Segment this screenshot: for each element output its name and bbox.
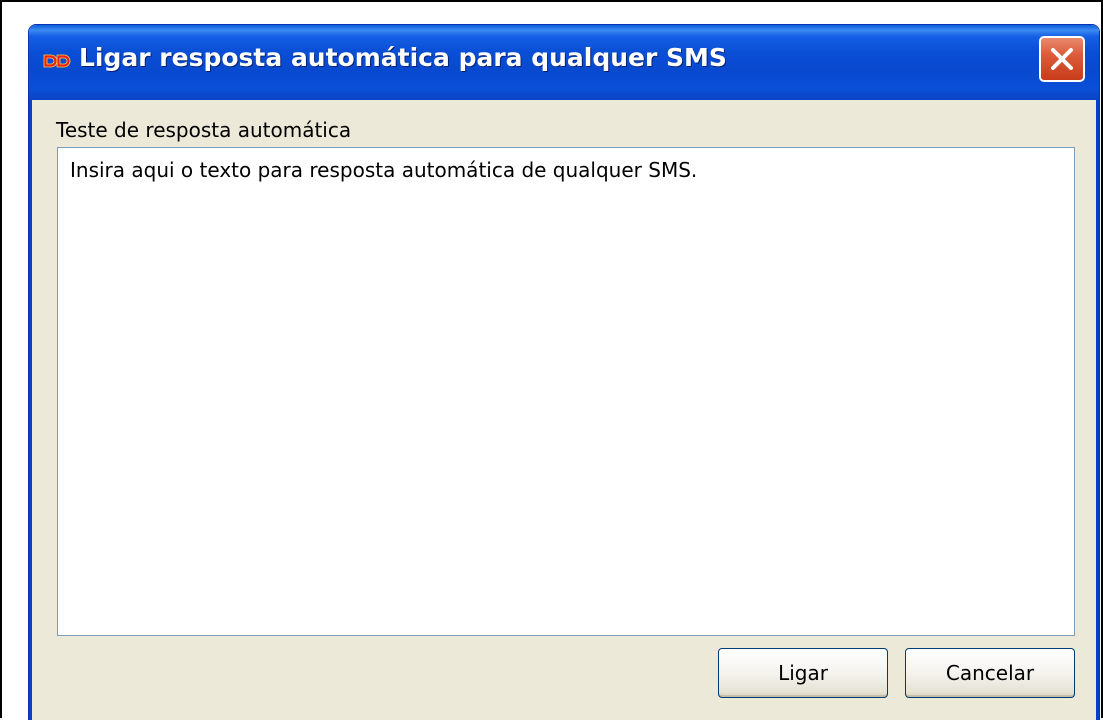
title-bar[interactable]: Ligar resposta automática para qualquer … [29, 25, 1099, 100]
window-title: Ligar resposta automática para qualquer … [79, 43, 727, 72]
close-button[interactable] [1039, 36, 1085, 82]
dialog-window: Ligar resposta automática para qualquer … [28, 24, 1100, 720]
ligar-button[interactable]: Ligar [718, 648, 888, 698]
close-icon [1051, 48, 1073, 70]
screenshot-frame: Ligar resposta automática para qualquer … [0, 0, 1103, 720]
auto-reply-label: Teste de resposta automática [56, 118, 352, 142]
dialog-body: Teste de resposta automática Insira aqui… [29, 100, 1099, 720]
auto-reply-textarea[interactable]: Insira aqui o texto para resposta automá… [57, 147, 1075, 636]
cancel-button[interactable]: Cancelar [905, 648, 1075, 698]
app-icon [42, 52, 72, 70]
